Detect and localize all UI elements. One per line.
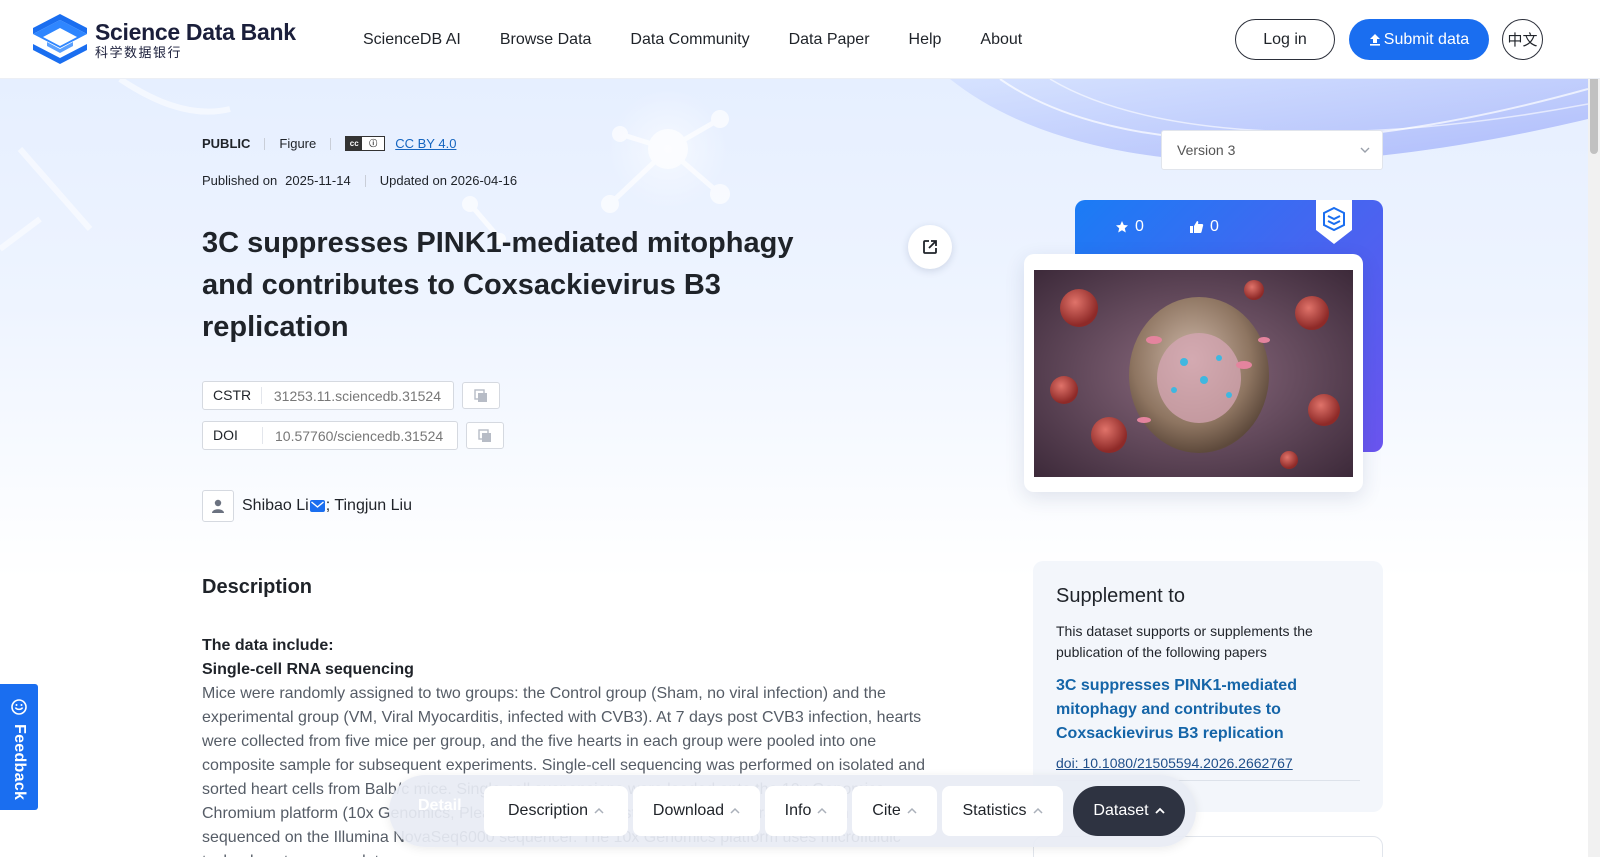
nav-browse-data[interactable]: Browse Data — [500, 31, 592, 49]
tab-label: Cite — [872, 802, 901, 819]
version-select[interactable]: Version 3 — [1161, 130, 1383, 170]
tab-detail-label[interactable]: Detail — [418, 797, 462, 815]
star-count[interactable]: 0 — [1115, 218, 1144, 236]
tab-label: Description — [507, 802, 589, 819]
person-icon — [202, 490, 234, 522]
cstr-row: CSTR 31253.11.sciencedb.31524 — [202, 381, 500, 410]
cstr-label: CSTR — [203, 387, 262, 404]
dataset-type: Figure — [279, 136, 317, 151]
tab-cite[interactable]: Cite — [852, 786, 937, 836]
share-button[interactable] — [908, 225, 952, 269]
copy-icon — [474, 388, 487, 402]
authors-row: Shibao Li ; Tingjun Liu — [202, 490, 412, 522]
doi-field: DOI 10.57760/sciencedb.31524 — [202, 421, 458, 450]
chevron-up-icon — [817, 807, 827, 814]
main-nav: ScienceDB AI Browse Data Data Community … — [363, 31, 1061, 49]
chevron-up-icon — [1032, 807, 1043, 814]
cstr-value[interactable]: 31253.11.sciencedb.31524 — [262, 388, 453, 404]
meta-divider — [364, 174, 366, 187]
nav-data-community[interactable]: Data Community — [630, 31, 749, 49]
meta-divider — [330, 137, 332, 150]
chevron-up-icon — [1154, 807, 1165, 814]
submit-data-button[interactable]: Submit data — [1349, 19, 1489, 60]
logo-subtitle: 科学数据银行 — [95, 45, 183, 60]
tab-description[interactable]: Description — [484, 786, 628, 836]
section-tabbar: Description Download Info Cite Statistic… — [389, 775, 1196, 847]
top-header: Science Data Bank 科学数据银行 ScienceDB AI Br… — [0, 0, 1600, 79]
submit-data-label: Submit data — [1383, 30, 1470, 48]
dataset-title: 3C suppresses PINK1-mediated mitophagy a… — [202, 227, 794, 343]
description-line: Single-cell RNA sequencing — [202, 661, 414, 678]
page-scrollbar[interactable] — [1588, 0, 1600, 857]
dataset-cover-image[interactable] — [1034, 270, 1353, 477]
feedback-tab[interactable]: Feedback — [0, 684, 38, 810]
thumbs-up-icon — [1190, 221, 1204, 233]
tab-label: Dataset — [1093, 802, 1149, 819]
description-heading: Description — [202, 576, 313, 598]
description-line: The data include: — [202, 637, 334, 654]
supplement-paper-doi[interactable]: doi: 10.1080/21505594.2026.2662767 — [1056, 755, 1360, 771]
author-name[interactable]: Shibao Li — [242, 497, 309, 515]
access-badge: PUBLIC — [202, 136, 251, 151]
dates-row: Published on 2025-11-14 Updated on 2026-… — [202, 173, 517, 188]
email-icon[interactable] — [309, 500, 325, 512]
cc-license-icon: cc ⓘ — [345, 136, 386, 151]
nav-data-paper[interactable]: Data Paper — [789, 31, 870, 49]
external-link-icon — [923, 240, 937, 254]
published-date: 2025-11-14 — [285, 173, 351, 188]
login-button[interactable]: Log in — [1235, 19, 1335, 60]
tab-label: Statistics — [962, 802, 1027, 819]
language-toggle[interactable]: 中文 — [1502, 19, 1543, 60]
doi-label: DOI — [203, 427, 263, 444]
tab-statistics[interactable]: Statistics — [942, 786, 1063, 836]
tab-download[interactable]: Download — [633, 786, 760, 836]
version-value: Version 3 — [1177, 142, 1236, 158]
chevron-up-icon — [594, 807, 604, 814]
chevron-up-icon — [907, 807, 917, 814]
sciencedb-badge-icon — [1316, 200, 1352, 244]
like-count[interactable]: 0 — [1189, 218, 1219, 236]
tab-label: Info — [784, 802, 812, 819]
updated-date: Updated on 2026-04-16 — [379, 173, 518, 188]
star-icon — [1116, 221, 1128, 233]
supplement-heading: Supplement to — [1056, 585, 1185, 607]
like-count-value: 0 — [1210, 218, 1219, 235]
upload-icon — [1369, 34, 1380, 46]
feedback-label: Feedback — [11, 724, 28, 801]
dataset-meta-row: PUBLIC Figure cc ⓘ CC BY 4.0 — [202, 136, 456, 151]
logo-mark-icon — [33, 14, 87, 64]
tab-label: Download — [652, 802, 725, 819]
tab-dataset[interactable]: Dataset — [1073, 786, 1185, 836]
chevron-up-icon — [730, 807, 740, 814]
doi-value[interactable]: 10.57760/sciencedb.31524 — [263, 428, 455, 444]
cstr-field: CSTR 31253.11.sciencedb.31524 — [202, 381, 454, 410]
copy-cstr-button[interactable] — [462, 382, 500, 409]
copy-icon — [478, 428, 491, 442]
logo-title: Science Data Bank — [95, 19, 296, 45]
cell-virus-illustration-icon — [1034, 270, 1353, 477]
author-name[interactable]: ; Tingjun Liu — [326, 497, 412, 515]
doi-row: DOI 10.57760/sciencedb.31524 — [202, 421, 504, 450]
tab-info[interactable]: Info — [765, 786, 847, 836]
supplement-paper-title[interactable]: 3C suppresses PINK1-mediated mitophagy a… — [1056, 674, 1360, 746]
star-count-value: 0 — [1135, 218, 1144, 235]
supplement-description: This dataset supports or supplements the… — [1056, 623, 1313, 660]
feedback-icon — [11, 699, 27, 715]
chevron-down-icon — [1360, 147, 1370, 153]
published-label: Published on — [202, 173, 278, 188]
nav-about[interactable]: About — [980, 31, 1022, 49]
site-logo[interactable]: Science Data Bank 科学数据银行 — [31, 12, 296, 68]
license-link[interactable]: CC BY 4.0 — [395, 136, 456, 151]
nav-help[interactable]: Help — [909, 31, 942, 49]
meta-divider — [264, 137, 266, 150]
copy-doi-button[interactable] — [466, 422, 504, 449]
nav-sciencedb-ai[interactable]: ScienceDB AI — [363, 31, 461, 49]
